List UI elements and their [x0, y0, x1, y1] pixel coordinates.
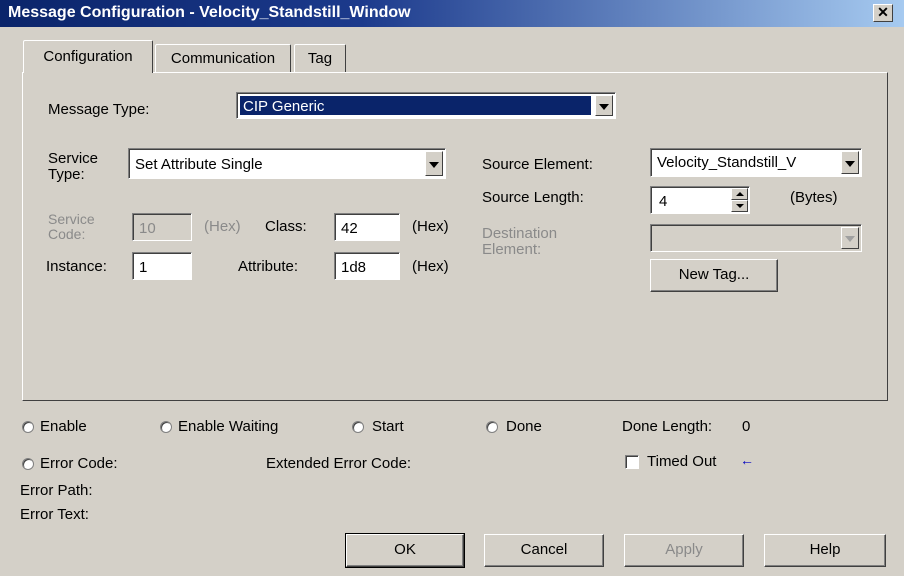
service-type-select[interactable]: Set Attribute Single	[128, 148, 446, 179]
service-code-field[interactable]: 10	[132, 213, 192, 241]
destination-element-label: Destination Element:	[482, 225, 558, 258]
message-type-label: Message Type:	[48, 101, 150, 118]
start-indicator	[352, 421, 364, 433]
chevron-down-icon	[845, 236, 855, 242]
done-indicator	[486, 421, 498, 433]
cancel-button[interactable]: Cancel	[484, 534, 604, 567]
source-element-value: Velocity_Standstill_V	[657, 154, 797, 171]
ok-button[interactable]: OK	[345, 533, 465, 568]
help-button[interactable]: Help	[764, 534, 886, 567]
source-length-unit: (Bytes)	[790, 189, 838, 206]
class-label: Class:	[265, 218, 307, 235]
apply-button[interactable]: Apply	[624, 534, 744, 567]
arrow-left-icon: ←	[740, 452, 754, 468]
chevron-down-icon	[845, 160, 855, 167]
window-title: Message Configuration - Velocity_Standst…	[8, 4, 411, 21]
destination-element-select[interactable]	[650, 224, 862, 252]
service-type-dropdown-button[interactable]	[425, 151, 443, 176]
message-type-select[interactable]: CIP Generic	[236, 92, 616, 119]
source-element-select[interactable]: Velocity_Standstill_V	[650, 148, 862, 177]
close-button[interactable]: ✕	[873, 4, 893, 22]
done-length-value: 0	[742, 418, 751, 435]
instance-label: Instance:	[46, 258, 107, 275]
source-element-dropdown-button[interactable]	[841, 151, 859, 174]
error-text-label: Error Text:	[20, 506, 89, 523]
arrow-down-icon	[736, 204, 744, 208]
spin-up-button[interactable]	[731, 188, 748, 200]
new-tag-button[interactable]: New Tag...	[650, 259, 778, 292]
source-length-value: 4	[659, 193, 668, 210]
timed-out-checkbox[interactable]	[625, 455, 639, 469]
message-type-value: CIP Generic	[240, 96, 591, 115]
enable-waiting-label: Enable Waiting	[178, 418, 279, 435]
destination-element-dropdown-button[interactable]	[841, 227, 859, 249]
error-code-label: Error Code:	[40, 455, 118, 472]
class-field[interactable]: 42	[334, 213, 400, 241]
message-type-dropdown-button[interactable]	[595, 95, 613, 116]
source-length-spinner[interactable]	[731, 188, 748, 212]
done-label: Done	[506, 418, 542, 435]
service-code-label: Service Code:	[48, 211, 95, 242]
class-unit: (Hex)	[412, 218, 449, 235]
arrow-up-icon	[736, 192, 744, 196]
source-length-field[interactable]: 4	[650, 186, 750, 214]
service-code-unit: (Hex)	[204, 218, 241, 235]
enable-waiting-indicator	[160, 421, 172, 433]
enable-label: Enable	[40, 418, 87, 435]
spin-down-button[interactable]	[731, 200, 748, 212]
error-path-label: Error Path:	[20, 482, 93, 499]
attribute-field[interactable]: 1d8	[334, 252, 400, 280]
service-type-value: Set Attribute Single	[135, 156, 263, 173]
message-configuration-dialog: Message Configuration - Velocity_Standst…	[0, 0, 904, 576]
attribute-label: Attribute:	[238, 258, 299, 275]
instance-field[interactable]: 1	[132, 252, 192, 280]
enable-indicator	[22, 421, 34, 433]
tab-configuration[interactable]: Configuration	[23, 40, 153, 73]
error-code-indicator	[22, 458, 34, 470]
chevron-down-icon	[429, 161, 439, 168]
source-length-label: Source Length:	[482, 189, 584, 206]
timed-out-label: Timed Out	[647, 453, 717, 470]
extended-error-code-label: Extended Error Code:	[266, 455, 412, 472]
start-label: Start	[372, 418, 404, 435]
done-length-label: Done Length:	[622, 418, 713, 435]
chevron-down-icon	[599, 103, 609, 110]
tab-communication[interactable]: Communication	[155, 44, 291, 72]
tab-tag[interactable]: Tag	[294, 44, 346, 72]
service-type-label: Service Type:	[48, 150, 99, 183]
attribute-unit: (Hex)	[412, 258, 449, 275]
title-bar[interactable]: Message Configuration - Velocity_Standst…	[0, 0, 904, 27]
source-element-label: Source Element:	[482, 156, 593, 173]
